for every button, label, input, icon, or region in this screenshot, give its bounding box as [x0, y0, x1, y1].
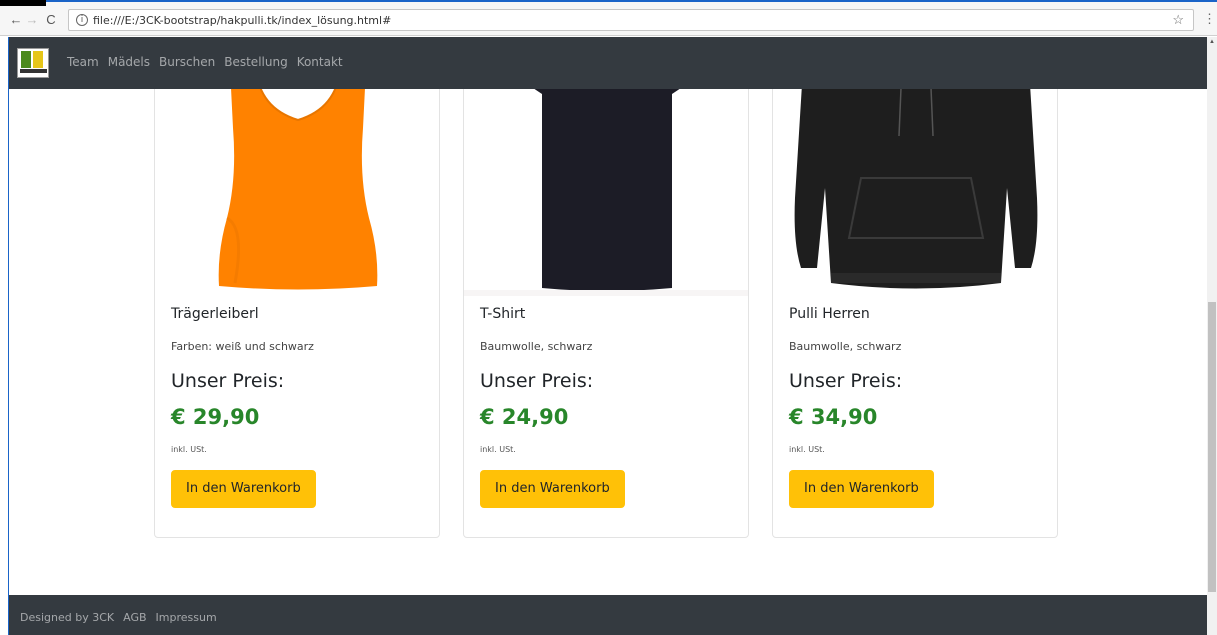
- nav-link-bestellung[interactable]: Bestellung: [224, 55, 287, 69]
- tax-note: inkl. USt.: [789, 445, 825, 454]
- logo-band: [20, 69, 47, 73]
- nav-links: Team Mädels Burschen Bestellung Kontakt: [67, 55, 343, 69]
- price-label: Unser Preis:: [480, 370, 594, 392]
- product-price: € 24,90: [480, 405, 569, 429]
- scrollbar[interactable]: ▲: [1207, 37, 1217, 635]
- tax-note: inkl. USt.: [480, 445, 516, 454]
- product-description: Farben: weiß und schwarz: [171, 340, 314, 353]
- product-description: Baumwolle, schwarz: [789, 340, 902, 353]
- url-text[interactable]: file:///E:/3CK-bootstrap/hakpulli.tk/ind…: [93, 14, 391, 27]
- footer-link-agb[interactable]: AGB: [123, 611, 146, 624]
- product-title: Trägerleiberl: [171, 306, 259, 322]
- scroll-up-arrow-icon[interactable]: ▲: [1209, 39, 1215, 45]
- page-viewport: Trägerleiberl Farben: weiß und schwarz U…: [8, 37, 1207, 635]
- browser-toolbar: ← → C i file:///E:/3CK-bootstrap/hakpull…: [0, 0, 1217, 36]
- product-price: € 29,90: [171, 405, 260, 429]
- product-image: [464, 68, 748, 296]
- add-to-cart-button[interactable]: In den Warenkorb: [480, 470, 625, 508]
- hoodie-image: [794, 68, 1038, 289]
- bookmark-star-icon[interactable]: ☆: [1172, 12, 1184, 28]
- nav-link-kontakt[interactable]: Kontakt: [297, 55, 343, 69]
- forward-icon[interactable]: →: [25, 12, 39, 28]
- product-price: € 34,90: [789, 405, 878, 429]
- product-title: Pulli Herren: [789, 306, 870, 322]
- product-card: T-Shirt Baumwolle, schwarz Unser Preis: …: [463, 67, 749, 538]
- address-bar[interactable]: i file:///E:/3CK-bootstrap/hakpulli.tk/i…: [68, 9, 1194, 31]
- tax-note: inkl. USt.: [171, 445, 207, 454]
- info-icon[interactable]: i: [76, 14, 88, 26]
- scrollbar-thumb[interactable]: [1208, 302, 1216, 592]
- t-shirt-image: [464, 68, 748, 296]
- top-navbar: Team Mädels Burschen Bestellung Kontakt: [9, 37, 1207, 89]
- footer-link-impressum[interactable]: Impressum: [156, 611, 217, 624]
- add-to-cart-button[interactable]: In den Warenkorb: [171, 470, 316, 508]
- product-card: Pulli Herren Baumwolle, schwarz Unser Pr…: [772, 67, 1058, 538]
- footer-links: Designed by 3CK AGB Impressum: [20, 611, 217, 624]
- back-icon[interactable]: ←: [9, 12, 23, 28]
- product-title: T-Shirt: [480, 306, 526, 322]
- nav-link-burschen[interactable]: Burschen: [159, 55, 215, 69]
- product-image: [155, 68, 439, 296]
- screen: ← → C i file:///E:/3CK-bootstrap/hakpull…: [0, 0, 1217, 635]
- logo-yellow-block: [33, 51, 43, 68]
- browser-menu-icon[interactable]: ⋮: [1203, 11, 1216, 27]
- product-card: Trägerleiberl Farben: weiß und schwarz U…: [154, 67, 440, 538]
- add-to-cart-button[interactable]: In den Warenkorb: [789, 470, 934, 508]
- product-image: [773, 68, 1057, 296]
- tab-strip: [0, 0, 46, 6]
- footer-designed-by: Designed by 3CK: [20, 611, 115, 624]
- price-label: Unser Preis:: [789, 370, 903, 392]
- price-label: Unser Preis:: [171, 370, 285, 392]
- product-description: Baumwolle, schwarz: [480, 340, 593, 353]
- nav-link-team[interactable]: Team: [67, 55, 99, 69]
- footer: Designed by 3CK AGB Impressum: [9, 595, 1207, 635]
- reload-icon[interactable]: C: [44, 12, 58, 28]
- brand-logo[interactable]: [17, 48, 49, 78]
- tank-top-image: [218, 68, 378, 290]
- nav-link-maedels[interactable]: Mädels: [108, 55, 150, 69]
- logo-green-block: [21, 51, 31, 68]
